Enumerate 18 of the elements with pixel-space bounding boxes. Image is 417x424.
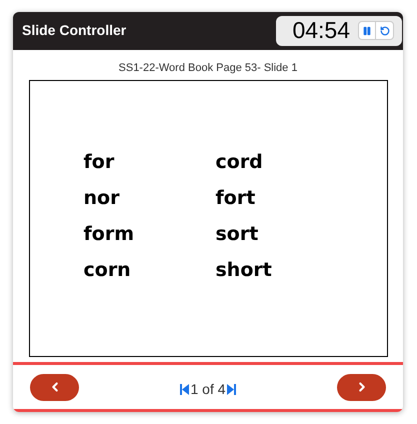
first-page-icon[interactable] [180, 384, 190, 395]
slide-caption: SS1-22-Word Book Page 53- Slide 1 [118, 60, 298, 76]
window-title: Slide Controller [22, 21, 126, 40]
slide-word: short [216, 258, 273, 284]
slide-word: fort [216, 186, 256, 212]
slide-word: form [84, 222, 135, 248]
last-page-icon[interactable] [226, 384, 236, 395]
slide-word: sort [216, 222, 260, 248]
slide-word: corn [84, 258, 132, 284]
slide-word: cord [216, 150, 264, 176]
previous-button[interactable] [30, 374, 79, 401]
reset-icon [380, 26, 390, 36]
timer-text: 04:54 [292, 19, 350, 42]
slide-word: for [84, 150, 116, 176]
pause-icon [362, 26, 372, 36]
next-button[interactable] [337, 374, 386, 401]
page-indicator: 1 of 4 [190, 380, 226, 399]
slide-word: nor [84, 186, 120, 212]
